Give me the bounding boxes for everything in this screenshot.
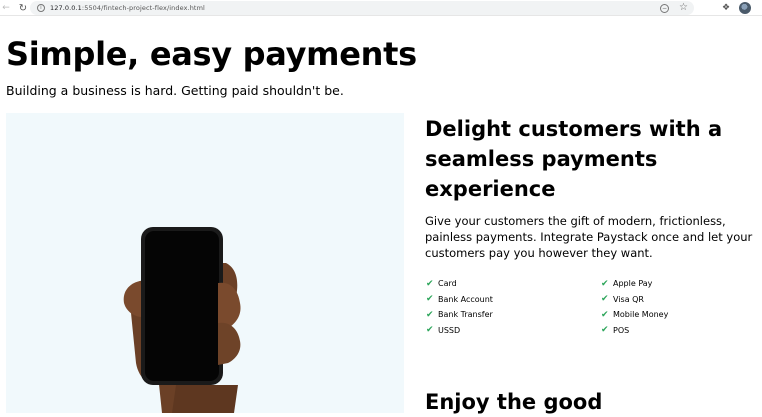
hero-title: Simple, easy payments [6, 35, 417, 73]
check-icon: ✔ [426, 309, 434, 320]
list-item: ✔ Card [426, 276, 493, 292]
address-bar[interactable]: i 127.0.0.1:5504/fintech-project-flex/in… [30, 1, 694, 15]
hero-subtitle: Building a business is hard. Getting pai… [6, 83, 344, 98]
reload-icon[interactable]: ↻ [17, 2, 29, 14]
payment-methods-list-right: ✔ Apple Pay ✔ Visa QR ✔ Mobile Money ✔ POS [601, 276, 668, 338]
next-section-heading: Enjoy the good [425, 390, 603, 414]
phone-screen [145, 231, 219, 381]
finger-shape [218, 282, 241, 329]
profile-avatar-icon[interactable] [739, 2, 752, 14]
url-text: 127.0.0.1:5504/fintech-project-flex/inde… [50, 4, 205, 12]
back-icon[interactable]: ← [0, 2, 12, 14]
payment-method-label: USSD [438, 325, 461, 335]
list-item: ✔ Bank Account [426, 292, 493, 308]
address-bar-actions: − ☆ [660, 3, 688, 13]
hand-holding-phone-illustration [123, 227, 241, 413]
check-icon: ✔ [601, 278, 609, 289]
url-host: 127.0.0.1 [50, 4, 82, 12]
feature-title: Delight customers with a seamless paymen… [425, 117, 723, 201]
extensions-icon[interactable]: ❖ [722, 2, 730, 14]
payment-method-label: POS [613, 325, 630, 335]
wrist-shape [172, 385, 238, 413]
list-item: ✔ Bank Transfer [426, 307, 493, 323]
check-icon: ✔ [426, 294, 434, 305]
payment-method-label: Apple Pay [613, 279, 653, 289]
list-item: ✔ Mobile Money [601, 307, 668, 323]
check-icon: ✔ [601, 325, 609, 336]
list-item: ✔ POS [601, 323, 668, 339]
feature-description: Give your customers the gift of modern, … [425, 214, 753, 260]
payment-method-label: Bank Account [438, 294, 493, 304]
browser-toolbar: ← ↻ i 127.0.0.1:5504/fintech-project-fle… [0, 0, 762, 16]
finger-shape [218, 322, 241, 365]
check-icon: ✔ [601, 294, 609, 305]
url-path: :5504/fintech-project-flex/index.html [81, 4, 205, 12]
check-icon: ✔ [426, 325, 434, 336]
payment-methods-list-left: ✔ Card ✔ Bank Account ✔ Bank Transfer ✔ USSD [426, 276, 493, 338]
check-icon: ✔ [426, 278, 434, 289]
payment-method-label: Bank Transfer [438, 310, 493, 320]
list-item: ✔ USSD [426, 323, 493, 339]
bookmark-star-icon[interactable]: ☆ [679, 3, 688, 13]
browser-actions: ❖ ⋮ [722, 2, 762, 14]
site-info-icon[interactable]: i [37, 4, 45, 12]
list-item: ✔ Apple Pay [601, 276, 668, 292]
payment-method-label: Card [438, 279, 457, 289]
zoom-icon[interactable]: − [660, 3, 670, 13]
payment-method-label: Mobile Money [613, 310, 669, 320]
list-item: ✔ Visa QR [601, 292, 668, 308]
check-icon: ✔ [601, 309, 609, 320]
hero-image [6, 113, 404, 413]
payment-method-label: Visa QR [613, 294, 644, 304]
